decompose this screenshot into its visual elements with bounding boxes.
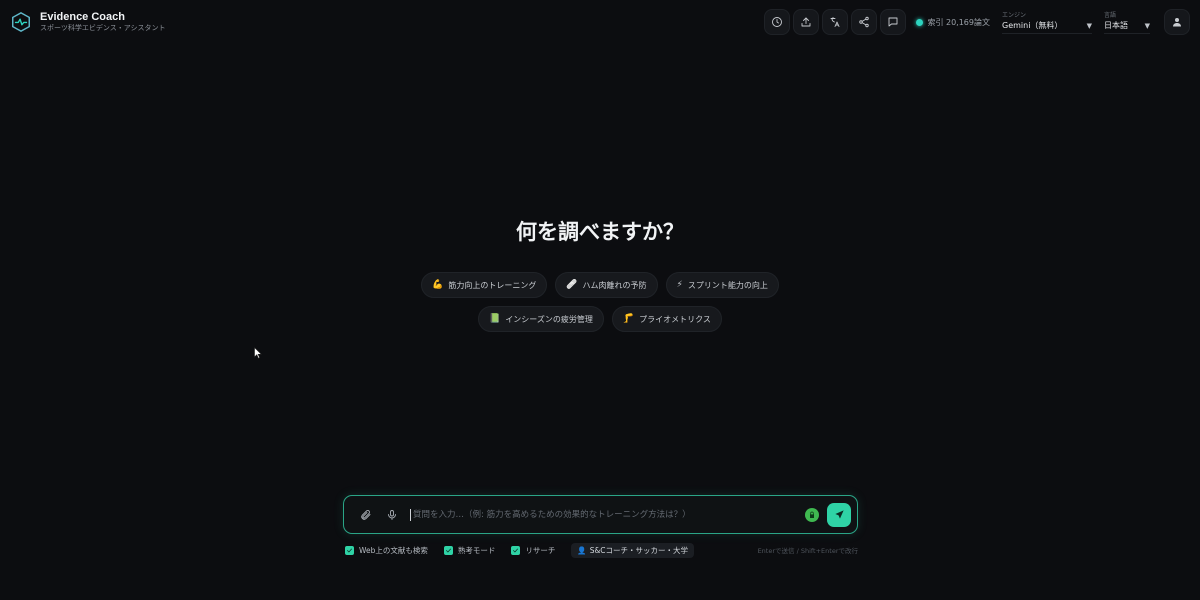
status-dot <box>916 18 924 26</box>
send-icon <box>834 510 844 519</box>
query-input[interactable] <box>410 508 797 521</box>
upload-button[interactable] <box>793 9 820 35</box>
lock-icon <box>810 511 814 518</box>
research-checkbox[interactable] <box>511 545 521 555</box>
leg-icon: 🦵 <box>622 314 635 324</box>
suggestion-chip[interactable]: 💪 筋力向上のトレーニング <box>421 272 548 298</box>
index-status-text: 索引 20,169論文 <box>927 17 990 27</box>
user-icon <box>1173 18 1181 27</box>
web-search-label: Web上の文献も検索 <box>359 545 428 555</box>
web-search-checkbox[interactable] <box>345 545 354 555</box>
history-button[interactable] <box>764 9 791 35</box>
bandage-icon: 🩹 <box>566 280 578 290</box>
feedback-button[interactable] <box>880 9 907 35</box>
app-subtitle: スポーツ科学エビデンス・アシスタント <box>40 24 166 32</box>
suggestion-label: 筋力向上のトレーニング <box>448 280 537 290</box>
deep-think-option[interactable]: 熟考モード <box>443 545 496 556</box>
send-button[interactable] <box>827 502 851 527</box>
engine-selector: エンジン Gemini（無料） ▼ <box>1002 10 1092 34</box>
research-option[interactable]: リサーチ <box>511 545 555 556</box>
engine-label: エンジン <box>1002 12 1027 19</box>
profile-label: S&Cコーチ・サッカー・大学 <box>589 545 689 555</box>
suggestions-row-2: 📗 インシーズンの疲労管理 🦵 プライオメトリクス <box>0 306 1200 332</box>
translate-icon <box>831 17 840 27</box>
translate-button[interactable] <box>822 9 849 35</box>
suggestion-label: プライオメトリクス <box>639 314 711 324</box>
composer-options: Web上の文献も検索 熟考モード リサーチ 👤 S&Cコーチ・サッカー・大学 E… <box>345 542 858 558</box>
person-icon: 👤 <box>577 545 587 555</box>
deep-think-label: 熟考モード <box>457 545 496 555</box>
suggestion-chip[interactable]: 🩹 ハム肉離れの予防 <box>555 272 658 298</box>
top-bar: Evidence Coach スポーツ科学エビデンス・アシスタント 索引 20,… <box>0 0 1200 44</box>
chevron-down-icon: ▼ <box>1086 21 1092 30</box>
language-selector: 言語 日本語 ▼ <box>1104 10 1150 34</box>
profile-badge[interactable]: 👤 S&Cコーチ・サッカー・大学 <box>571 542 695 558</box>
engine-select[interactable]: Gemini（無料） ▼ <box>1002 18 1092 34</box>
engine-value: Gemini（無料） <box>1002 21 1063 30</box>
suggestion-label: スプリント能力の向上 <box>687 280 768 290</box>
deep-think-checkbox[interactable] <box>443 545 453 555</box>
check-icon <box>445 548 451 552</box>
privacy-button[interactable] <box>805 507 819 522</box>
microphone-icon <box>388 509 396 520</box>
mouse-cursor-icon <box>254 347 262 359</box>
hexagon-pulse-icon <box>12 11 30 33</box>
flexed-bicep-icon: 💪 <box>432 280 444 290</box>
chat-icon <box>889 17 898 27</box>
suggestion-label: ハム肉離れの予防 <box>582 280 647 290</box>
language-select[interactable]: 日本語 ▼ <box>1104 18 1150 34</box>
language-label: 言語 <box>1104 12 1117 19</box>
voice-input-button[interactable] <box>384 507 400 523</box>
paperclip-icon <box>361 509 371 520</box>
web-search-option[interactable]: Web上の文献も検索 <box>345 545 428 556</box>
research-label: リサーチ <box>525 545 556 555</box>
keyboard-hint: Enterで送信 / Shift+Enterで改行 <box>757 547 858 555</box>
share-icon <box>859 16 870 28</box>
chevron-down-icon: ▼ <box>1144 21 1150 30</box>
check-icon <box>513 548 519 552</box>
index-status: 索引 20,169論文 <box>916 17 990 28</box>
suggestion-chip[interactable]: ⚡ スプリント能力の向上 <box>665 272 779 298</box>
lightning-icon: ⚡ <box>676 280 683 290</box>
suggestion-chip[interactable]: 📗 インシーズンの疲労管理 <box>478 306 604 332</box>
app-title: Evidence Coach <box>40 11 125 23</box>
page-heading: 何を調べますか？ <box>516 220 684 244</box>
book-icon: 📗 <box>489 314 501 324</box>
language-value: 日本語 <box>1104 21 1128 30</box>
upload-icon <box>802 17 811 27</box>
share-button[interactable] <box>851 9 878 35</box>
suggestion-chip[interactable]: 🦵 プライオメトリクス <box>611 306 722 332</box>
check-icon <box>347 548 352 552</box>
query-composer <box>343 495 858 534</box>
suggestion-label: インシーズンの疲労管理 <box>505 314 593 324</box>
history-icon <box>772 17 783 27</box>
attach-button[interactable] <box>358 507 374 523</box>
suggestions-row-1: 💪 筋力向上のトレーニング 🩹 ハム肉離れの予防 ⚡ スプリント能力の向上 <box>0 272 1200 298</box>
brand[interactable]: Evidence Coach スポーツ科学エビデンス・アシスタント <box>10 11 165 33</box>
user-button[interactable] <box>1164 9 1190 35</box>
